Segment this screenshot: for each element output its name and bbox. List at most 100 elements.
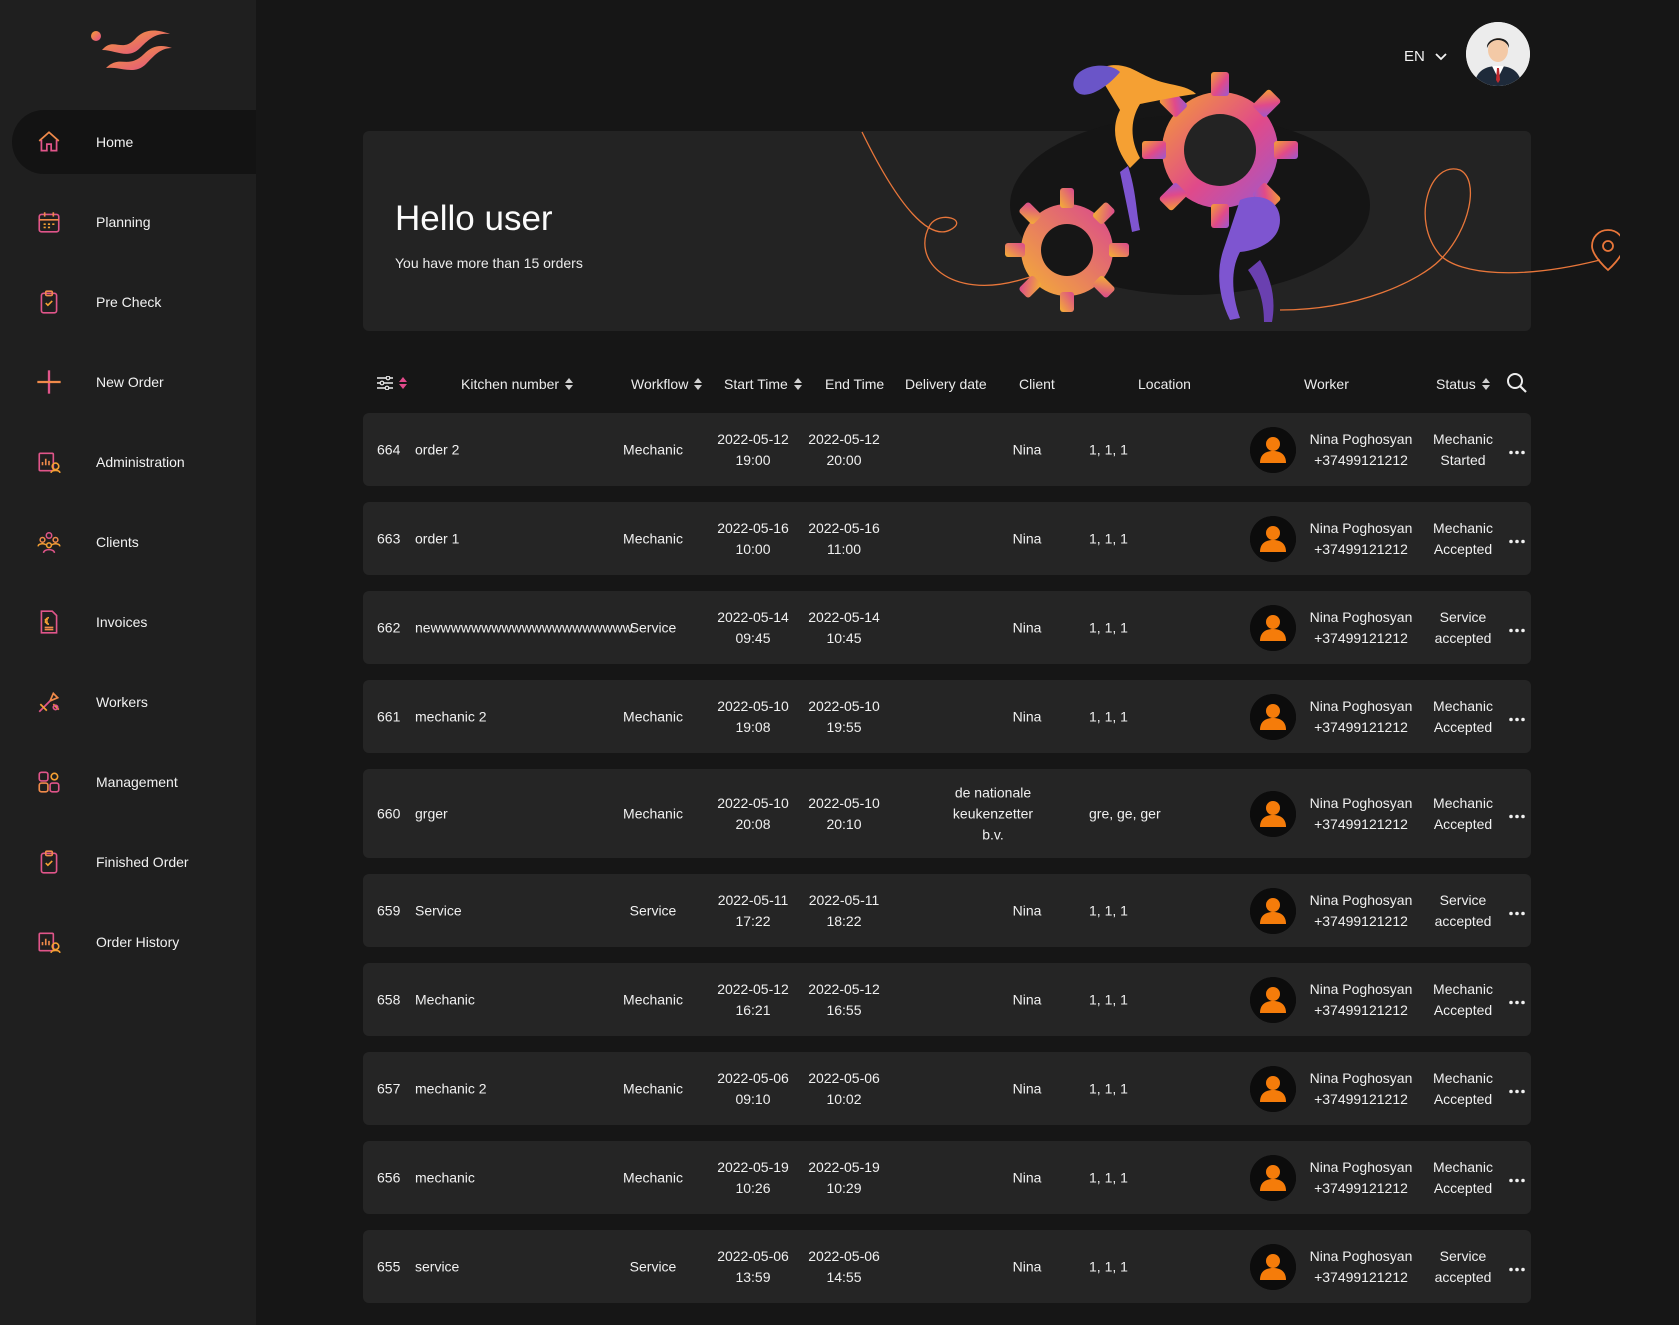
more-options-button[interactable] bbox=[1507, 900, 1527, 921]
table-row[interactable]: 663 order 1 Mechanic 2022-05-16 10:00 202… bbox=[363, 502, 1531, 575]
status: Service accepted bbox=[1423, 607, 1503, 649]
status-state: Accepted bbox=[1433, 1179, 1493, 1196]
start-time: 2022-05-11 17:22 bbox=[713, 890, 793, 932]
end-time: 2022-05-19 10:29 bbox=[804, 1157, 884, 1199]
start-date-value: 2022-05-11 bbox=[717, 891, 789, 908]
sidebar-item-planning[interactable]: Planning bbox=[0, 190, 256, 254]
sidebar-item-label: Finished Order bbox=[96, 854, 189, 870]
status-type: Mechanic bbox=[1433, 519, 1493, 536]
more-options-button[interactable] bbox=[1507, 989, 1527, 1010]
worker-phone: +37499121212 bbox=[1314, 1090, 1408, 1107]
sidebar-item-invoices[interactable]: Invoices bbox=[0, 590, 256, 654]
order-id: 660 bbox=[377, 805, 401, 821]
kitchen-number: Service bbox=[415, 902, 462, 918]
sidebar-item-new-order[interactable]: New Order bbox=[0, 350, 256, 414]
worker-name: Nina Poghosyan bbox=[1309, 1247, 1413, 1264]
end-time-value: 11:00 bbox=[827, 540, 861, 557]
table-row[interactable]: 659 Service Service 2022-05-11 17:22 2022… bbox=[363, 874, 1531, 947]
more-options-button[interactable] bbox=[1507, 617, 1527, 638]
kitchen-number: Mechanic bbox=[415, 991, 475, 1007]
column-header-kitchen-number[interactable]: Kitchen number bbox=[461, 376, 574, 392]
location: 1, 1, 1 bbox=[1089, 991, 1128, 1007]
status-type: Mechanic bbox=[1433, 430, 1493, 447]
column-header-end-time: End Time bbox=[825, 376, 884, 392]
sidebar-item-clients[interactable]: Clients bbox=[0, 510, 256, 574]
end-date-value: 2022-05-06 bbox=[808, 1247, 880, 1264]
workflow: Service bbox=[629, 1258, 677, 1274]
worker-name: Nina Poghosyan bbox=[1309, 1158, 1413, 1175]
more-options-button[interactable] bbox=[1507, 803, 1527, 824]
order-id: 659 bbox=[377, 902, 401, 918]
more-options-button[interactable] bbox=[1507, 1078, 1527, 1099]
sidebar-item-home[interactable]: Home bbox=[12, 110, 256, 174]
more-options-button[interactable] bbox=[1507, 528, 1527, 549]
status: Service accepted bbox=[1423, 1246, 1503, 1288]
worker-name: Nina Poghosyan bbox=[1309, 980, 1413, 997]
sidebar-item-pre-check[interactable]: Pre Check bbox=[0, 270, 256, 334]
column-label: Status bbox=[1436, 376, 1476, 392]
more-horizontal-icon bbox=[1509, 1089, 1525, 1093]
end-time-value: 10:29 bbox=[826, 1179, 862, 1196]
table-row[interactable]: 660 grger Mechanic 2022-05-10 20:08 2022-… bbox=[363, 769, 1531, 858]
table-row[interactable]: 658 Mechanic Mechanic 2022-05-12 16:21 20… bbox=[363, 963, 1531, 1036]
sidebar-item-administration[interactable]: Administration bbox=[0, 430, 256, 494]
end-date-value: 2022-05-19 bbox=[808, 1158, 880, 1175]
sort-arrows-icon bbox=[694, 378, 703, 390]
page-title: Hello user bbox=[395, 199, 553, 238]
end-time: 2022-05-12 16:55 bbox=[804, 979, 884, 1021]
start-time-value: 19:08 bbox=[735, 718, 771, 735]
brand-logo[interactable] bbox=[88, 24, 176, 78]
table-row[interactable]: 655 service Service 2022-05-06 13:59 2022… bbox=[363, 1230, 1531, 1303]
status: Mechanic Accepted bbox=[1423, 793, 1503, 835]
column-header-workflow[interactable]: Workflow bbox=[631, 376, 703, 392]
table-row[interactable]: 664 order 2 Mechanic 2022-05-12 19:00 202… bbox=[363, 413, 1531, 486]
start-time-value: 10:26 bbox=[735, 1179, 771, 1196]
worker-avatar bbox=[1250, 604, 1296, 651]
end-time: 2022-05-12 20:00 bbox=[804, 429, 884, 471]
end-time: 2022-05-16 11:00 bbox=[804, 518, 884, 560]
table-row[interactable]: 657 mechanic 2 Mechanic 2022-05-06 09:10 … bbox=[363, 1052, 1531, 1125]
column-header-status[interactable]: Status bbox=[1436, 376, 1490, 392]
sidebar-item-order-history[interactable]: Order History bbox=[0, 910, 256, 974]
table-row[interactable]: 662 newwwwwwwwwwwwwwwwwwww Service 2022-… bbox=[363, 591, 1531, 664]
sidebar-item-management[interactable]: Management bbox=[0, 750, 256, 814]
administration-icon bbox=[34, 447, 64, 477]
end-time-value: 19:55 bbox=[826, 718, 862, 735]
more-options-button[interactable] bbox=[1507, 1256, 1527, 1277]
search-button[interactable] bbox=[1506, 372, 1528, 394]
status-state: accepted bbox=[1434, 912, 1492, 929]
client: Nina bbox=[1012, 991, 1042, 1007]
sidebar-item-label: Workers bbox=[96, 694, 148, 710]
search-icon bbox=[1507, 373, 1527, 393]
location: gre, ge, ger bbox=[1089, 805, 1161, 821]
table-row[interactable]: 661 mechanic 2 Mechanic 2022-05-10 19:08 … bbox=[363, 680, 1531, 753]
worker-name: Nina Poghosyan bbox=[1309, 519, 1413, 536]
clients-icon bbox=[34, 527, 64, 557]
column-label: Delivery date bbox=[905, 376, 987, 392]
more-options-button[interactable] bbox=[1507, 1167, 1527, 1188]
worker-phone: +37499121212 bbox=[1314, 1001, 1408, 1018]
calendar-icon bbox=[34, 207, 64, 237]
sidebar-item-label: Planning bbox=[96, 214, 151, 230]
worker-avatar bbox=[1250, 887, 1296, 934]
more-horizontal-icon bbox=[1509, 628, 1525, 632]
end-time: 2022-05-11 18:22 bbox=[804, 890, 884, 932]
filter-button[interactable] bbox=[377, 376, 407, 390]
more-options-button[interactable] bbox=[1507, 439, 1527, 460]
column-header-start-time[interactable]: Start Time bbox=[724, 376, 802, 392]
gears-illustration bbox=[861, 65, 1620, 322]
worker-phone: +37499121212 bbox=[1314, 451, 1408, 468]
worker: Nina Poghosyan +37499121212 bbox=[1303, 979, 1419, 1021]
worker: Nina Poghosyan +37499121212 bbox=[1303, 1157, 1419, 1199]
more-options-button[interactable] bbox=[1507, 706, 1527, 727]
start-time-value: 20:08 bbox=[735, 815, 771, 832]
start-time: 2022-05-16 10:00 bbox=[713, 518, 793, 560]
sidebar-item-workers[interactable]: Workers bbox=[0, 670, 256, 734]
sidebar-item-finished-order[interactable]: Finished Order bbox=[0, 830, 256, 894]
end-date-value: 2022-05-12 bbox=[808, 980, 880, 997]
filter-sliders-icon bbox=[377, 376, 393, 390]
table-row[interactable]: 656 mechanic Mechanic 2022-05-19 10:26 20… bbox=[363, 1141, 1531, 1214]
order-id: 661 bbox=[377, 708, 401, 724]
client: Nina bbox=[1012, 708, 1042, 724]
location: 1, 1, 1 bbox=[1089, 708, 1128, 724]
